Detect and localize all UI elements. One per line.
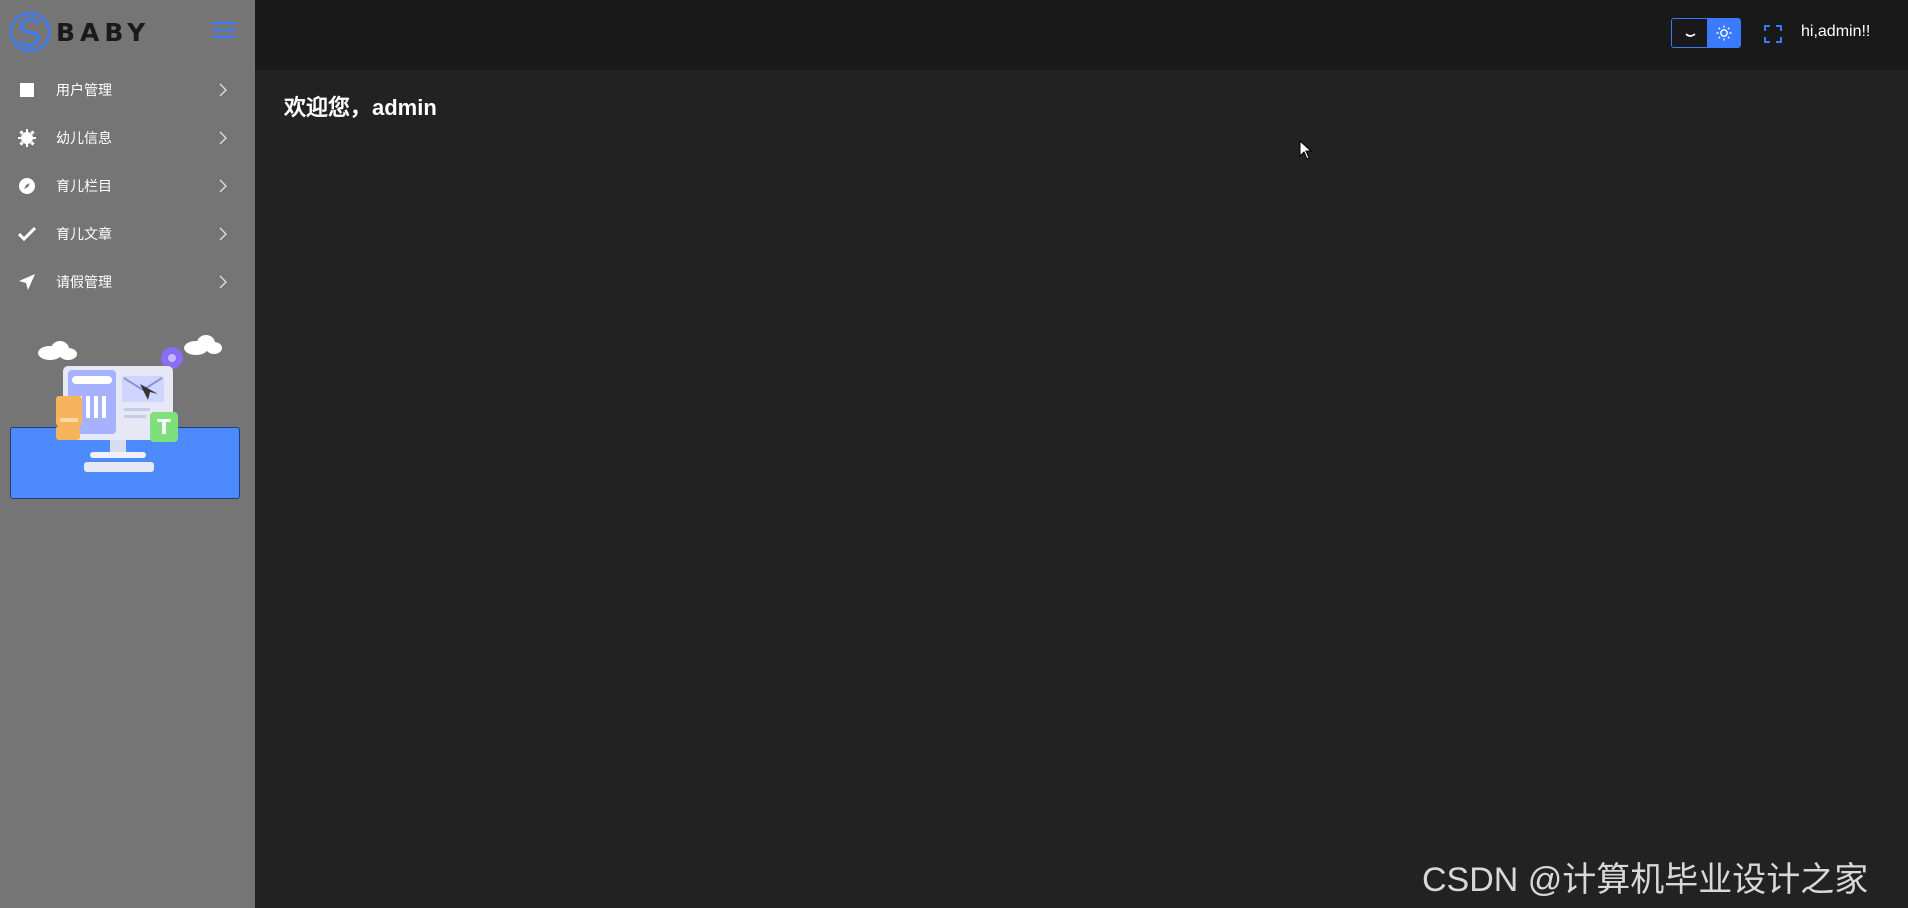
sidebar-promo: T (10, 330, 240, 500)
mouse-cursor-icon (1299, 140, 1313, 160)
brand-logo-icon (9, 11, 51, 53)
brand[interactable]: BABY (8, 10, 150, 54)
sidebar-item-parenting-articles[interactable]: 育儿文章 (0, 210, 255, 258)
compass-icon (18, 177, 36, 195)
hamburger-menu-icon[interactable] (212, 20, 236, 40)
theme-dark-option[interactable] (1672, 19, 1707, 47)
welcome-heading: 欢迎您，admin (284, 95, 437, 120)
theme-toggle[interactable] (1671, 18, 1741, 48)
brand-name: BABY (56, 17, 151, 47)
sidebar: BABY 用户管理 幼儿信息 育儿栏目 育儿文章 请假管理 T (0, 0, 255, 908)
user-greeting[interactable]: hi,admin!! (1801, 23, 1870, 41)
chevron-right-icon (219, 131, 227, 145)
send-icon (18, 273, 36, 291)
sidebar-item-leave-management[interactable]: 请假管理 (0, 258, 255, 306)
sidebar-item-label: 育儿文章 (56, 226, 112, 242)
chevron-right-icon (219, 83, 227, 97)
top-bar: hi,admin!! (255, 0, 1908, 70)
main-content: hi,admin!! 欢迎您，admin CSDN @计算机毕业设计之家 (255, 0, 1908, 908)
sidebar-item-label: 请假管理 (56, 274, 112, 290)
watermark-text: CSDN @计算机毕业设计之家 (1422, 861, 1869, 899)
square-icon (18, 81, 36, 99)
sidebar-item-label: 育儿栏目 (56, 178, 112, 194)
sidebar-item-user-management[interactable]: 用户管理 (0, 66, 255, 114)
sidebar-item-label: 用户管理 (56, 82, 112, 98)
sidebar-item-parenting-column[interactable]: 育儿栏目 (0, 162, 255, 210)
chevron-right-icon (219, 275, 227, 289)
moon-icon (1684, 33, 1695, 37)
chevron-right-icon (219, 227, 227, 241)
check-icon (18, 225, 36, 243)
sidebar-nav: 用户管理 幼儿信息 育儿栏目 育儿文章 请假管理 (0, 66, 255, 306)
fullscreen-icon[interactable] (1763, 24, 1783, 44)
chevron-right-icon (219, 179, 227, 193)
theme-light-option[interactable] (1707, 19, 1740, 47)
svg-text:T: T (157, 415, 171, 439)
app-root: BABY 用户管理 幼儿信息 育儿栏目 育儿文章 请假管理 T hi,admin… (0, 0, 1908, 908)
computer-illustration-icon: T (38, 335, 222, 472)
sidebar-item-label: 幼儿信息 (56, 130, 112, 146)
gear-icon (18, 129, 36, 147)
sidebar-item-child-info[interactable]: 幼儿信息 (0, 114, 255, 162)
sun-icon (1716, 25, 1731, 41)
